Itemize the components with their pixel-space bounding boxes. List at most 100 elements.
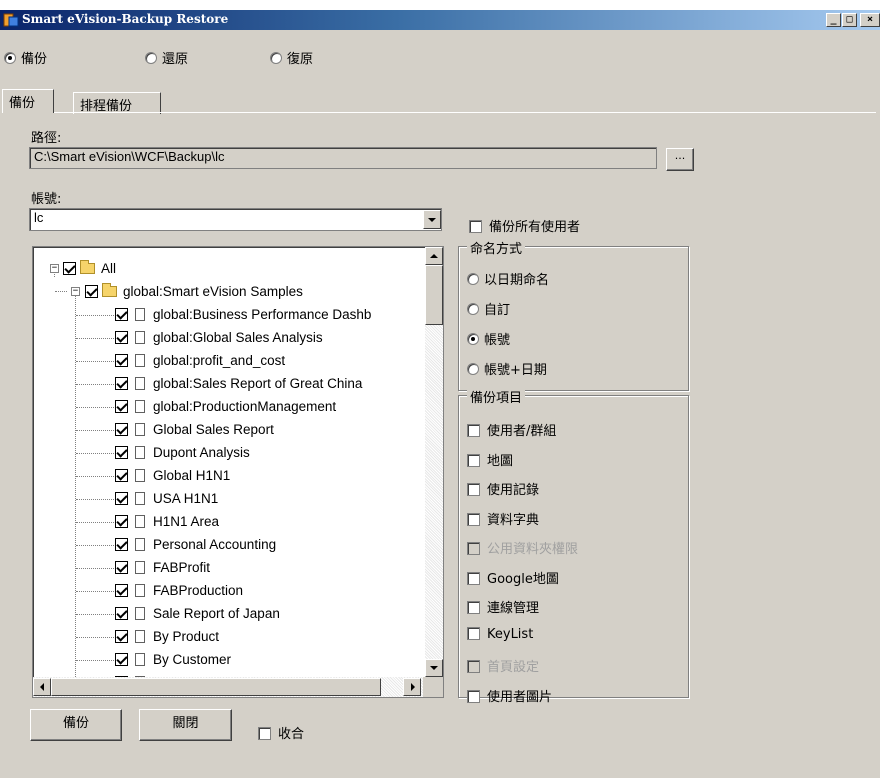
checkbox-checked-icon[interactable] xyxy=(115,354,128,367)
backup-item-checkbox[interactable]: 連線管理 xyxy=(467,597,539,616)
mode-recover-radio[interactable]: 復原 xyxy=(270,48,313,67)
tab-backup[interactable]: 備份 xyxy=(2,89,54,113)
checkbox-checked-icon[interactable] xyxy=(85,285,98,298)
scroll-down-button[interactable] xyxy=(425,659,443,677)
checkbox-checked-icon[interactable] xyxy=(115,630,128,643)
checkbox-checked-icon[interactable] xyxy=(115,446,128,459)
tree-item[interactable]: USA H1N1 xyxy=(115,487,218,510)
radio-indicator[interactable] xyxy=(145,52,157,64)
backup-all-users-checkbox[interactable]: 備份所有使用者 xyxy=(469,216,580,235)
maximize-button[interactable]: □ xyxy=(842,13,857,27)
naming-option-custom[interactable]: 自訂 xyxy=(467,299,510,318)
mode-restore-radio[interactable]: 還原 xyxy=(145,48,188,67)
checkbox-checked-icon[interactable] xyxy=(115,308,128,321)
tree-item[interactable]: Global Sales Report xyxy=(115,418,274,441)
close-button[interactable]: × xyxy=(860,13,880,27)
checkbox-checked-icon[interactable] xyxy=(115,607,128,620)
collapse-icon[interactable]: − xyxy=(71,287,80,296)
checkbox-box[interactable] xyxy=(258,727,271,740)
document-icon xyxy=(135,423,145,436)
mode-backup-radio[interactable]: 備份 xyxy=(4,48,47,67)
tree-group-samples[interactable]: global:Smart eVision Samples xyxy=(85,280,303,303)
checkbox-checked-icon[interactable] xyxy=(63,262,76,275)
title-bar[interactable]: Smart eVision-Backup Restore _ □ × xyxy=(0,10,880,30)
naming-option-account-date[interactable]: 帳號+日期 xyxy=(467,359,547,378)
radio-indicator[interactable] xyxy=(467,333,479,345)
backup-item-label: KeyList xyxy=(487,626,534,642)
path-field[interactable]: C:\Smart eVision\WCF\Backup\lc xyxy=(29,147,657,169)
tree-item[interactable]: global:Sales Report of Great China xyxy=(115,372,362,395)
checkbox-checked-icon[interactable] xyxy=(115,561,128,574)
account-dropdown-button[interactable] xyxy=(423,210,441,229)
account-dropdown[interactable]: lc xyxy=(29,208,442,231)
tree-item[interactable]: global:ProductionManagement xyxy=(115,395,336,418)
tree-horizontal-scrollbar[interactable] xyxy=(33,677,425,697)
backup-item-label: 資料字典 xyxy=(487,512,540,528)
checkbox-checked-icon[interactable] xyxy=(115,400,128,413)
checkbox-box[interactable] xyxy=(467,626,480,640)
checkbox-checked-icon[interactable] xyxy=(115,469,128,482)
backup-item-checkbox[interactable]: 使用記錄 xyxy=(467,479,539,498)
report-tree[interactable]: − All − global:Smart eVision Samples glo… xyxy=(32,246,444,698)
naming-option-account[interactable]: 帳號 xyxy=(467,329,510,348)
checkbox-checked-icon[interactable] xyxy=(115,331,128,344)
tree-item[interactable]: Dupont Analysis xyxy=(115,441,250,464)
checkbox-checked-icon[interactable] xyxy=(115,377,128,390)
checkbox-checked-icon[interactable] xyxy=(115,423,128,436)
tree-item[interactable]: global:Global Sales Analysis xyxy=(115,326,323,349)
naming-option-date[interactable]: 以日期命名 xyxy=(467,269,549,288)
tree-item[interactable]: Sale Report of Japan xyxy=(115,602,280,625)
backup-button[interactable]: 備份 xyxy=(30,709,122,741)
backup-item-checkbox[interactable]: 使用者/群組 xyxy=(467,420,556,439)
backup-item-checkbox[interactable]: 資料字典 xyxy=(467,509,539,528)
close-dialog-button[interactable]: 關閉 xyxy=(139,709,232,741)
browse-button[interactable]: ... xyxy=(666,148,694,171)
checkbox-checked-icon[interactable] xyxy=(115,584,128,597)
scroll-up-button[interactable] xyxy=(425,247,443,265)
radio-indicator[interactable] xyxy=(467,303,479,315)
tree-item[interactable]: By Customer xyxy=(115,648,231,671)
backup-item-checkbox[interactable]: 使用者圖片 xyxy=(467,686,552,705)
checkbox-checked-icon[interactable] xyxy=(115,515,128,528)
checkbox-checked-icon[interactable] xyxy=(115,653,128,666)
tree-item[interactable]: global:Business Performance Dashb xyxy=(115,303,371,326)
tree-item[interactable]: global:profit_and_cost xyxy=(115,349,285,372)
checkbox-box[interactable] xyxy=(467,689,480,703)
collapse-checkbox[interactable]: 收合 xyxy=(258,723,304,742)
tree-item[interactable]: FABProduction xyxy=(115,579,243,602)
radio-indicator[interactable] xyxy=(4,52,16,64)
backup-item-checkbox[interactable]: KeyList xyxy=(467,626,534,642)
minimize-button[interactable]: _ xyxy=(826,13,841,27)
checkbox-checked-icon[interactable] xyxy=(115,538,128,551)
checkbox-box[interactable] xyxy=(467,512,480,526)
backup-item-checkbox[interactable]: 地圖 xyxy=(467,450,513,469)
checkbox-box[interactable] xyxy=(467,424,480,437)
tree-vertical-scrollbar[interactable] xyxy=(425,247,443,677)
tree-item[interactable]: H1N1 Area xyxy=(115,510,219,533)
radio-indicator[interactable] xyxy=(270,52,282,64)
tree-item[interactable]: Personal Accounting xyxy=(115,533,276,556)
tree-item[interactable]: By Product xyxy=(115,625,219,648)
tree-line xyxy=(76,430,116,431)
scroll-left-button[interactable] xyxy=(33,678,51,696)
backup-item-checkbox[interactable]: Google地圖 xyxy=(467,568,559,587)
checkbox-box[interactable] xyxy=(467,483,480,496)
tree-line xyxy=(76,545,116,546)
checkbox-checked-icon[interactable] xyxy=(115,492,128,505)
vertical-scroll-thumb[interactable] xyxy=(425,265,443,325)
checkbox-box[interactable] xyxy=(467,601,480,614)
scroll-right-button[interactable] xyxy=(403,678,421,696)
radio-indicator[interactable] xyxy=(467,273,479,285)
checkbox-box[interactable] xyxy=(467,453,480,467)
checkbox-box[interactable] xyxy=(469,220,482,233)
backup-items-groupbox: 備份項目 使用者/群組 地圖 使用記錄 資料字典 公用資料夾權限 Google地圖 連線管理… xyxy=(458,387,689,705)
radio-indicator[interactable] xyxy=(467,363,479,375)
collapse-icon[interactable]: − xyxy=(50,264,59,273)
tab-scheduled-backup[interactable]: 排程備份 xyxy=(73,92,161,114)
horizontal-scroll-thumb[interactable] xyxy=(51,678,381,696)
naming-groupbox: 命名方式 以日期命名 自訂 帳號 帳號+日期 xyxy=(458,238,689,391)
tree-item[interactable]: FABProfit xyxy=(115,556,210,579)
tree-item[interactable]: Global H1N1 xyxy=(115,464,230,487)
tree-root-all[interactable]: All xyxy=(63,257,116,280)
checkbox-box[interactable] xyxy=(467,571,480,585)
